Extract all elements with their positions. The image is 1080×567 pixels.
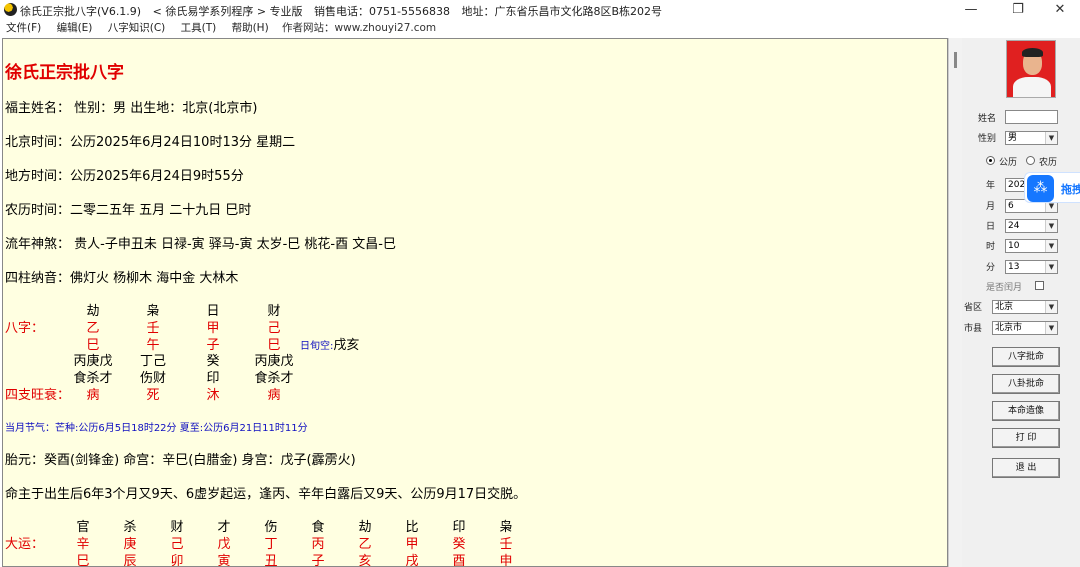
taiyuan-line: 胎元：癸酉(剑锋金) 命宫：辛巳(白腊金) 身宫：戊子(霹雳火) (5, 453, 356, 468)
exit-button[interactable]: 退 出 (992, 458, 1060, 478)
xunkong-label: 日旬空: (300, 341, 334, 352)
sales-phone: 销售电话：0751-5556838 (314, 5, 450, 18)
shensha-line: 流年神煞： 贵人-子申丑未 日禄-寅 驿马-寅 太岁-巳 桃花-酉 文昌-巳 (5, 237, 396, 252)
name-input[interactable] (1005, 110, 1058, 124)
year-label: 年 (986, 181, 996, 191)
menu-tools[interactable]: 工具(T) (181, 20, 217, 37)
minute-select[interactable]: 13 ▼ (1005, 260, 1058, 274)
day-select[interactable]: 24 ▼ (1005, 219, 1058, 233)
bagua-analysis-button[interactable]: 八卦批命 (992, 374, 1060, 394)
dayun-dizhi: 酉 (452, 554, 466, 567)
chevron-down-icon[interactable]: ▼ (1045, 301, 1057, 313)
dayun-dizhi: 辰 (123, 554, 137, 567)
nayin-line: 四柱纳音：佛灯火 杨柳木 海中金 大林木 (5, 271, 239, 286)
photo-shirt (1013, 77, 1051, 97)
minimize-button[interactable]: — (951, 0, 991, 20)
lunar-label: 农历 (1039, 158, 1058, 168)
print-button[interactable]: 打 印 (992, 428, 1060, 448)
author-photo (1006, 40, 1056, 98)
taiji-app-icon (4, 3, 17, 16)
owner-line: 福主姓名： 性别：男 出生地：北京(北京市) (5, 101, 258, 116)
scrollbar-thumb[interactable] (954, 52, 957, 68)
lunar-time-line: 农历时间：二零二五年 五月 二十九日 巳时 (5, 203, 252, 218)
app-title: 徐氏正宗批八字(V6.1.9) (20, 5, 142, 18)
lunar-radio[interactable] (1026, 156, 1035, 165)
menu-help[interactable]: 帮助(H) (232, 20, 269, 37)
wangshuai-value: 病 (86, 388, 100, 403)
cloud-icon: ⁂ (1027, 175, 1054, 202)
province-value: 北京 (995, 302, 1014, 312)
restore-button[interactable]: ❐ (998, 0, 1038, 20)
wangshuai-label: 四支旺衰： (5, 388, 71, 403)
title-bar: 徐氏正宗批八字(V6.1.9) < 徐氏易学系列程序 > 专业版 销售电话：07… (0, 0, 1080, 20)
city-select[interactable]: 北京市 ▼ (992, 321, 1058, 335)
hour-select[interactable]: 10 ▼ (1005, 239, 1058, 253)
website-prefix: 作者网站： (282, 22, 335, 34)
bazi-label: 八字： (5, 321, 45, 336)
close-button[interactable]: ✕ (1040, 0, 1080, 20)
province-select[interactable]: 北京 ▼ (992, 300, 1058, 314)
dayun-dizhi: 亥 (358, 554, 372, 567)
day-value: 24 (1008, 221, 1020, 231)
dayun-dizhi: 巳 (76, 554, 90, 567)
chevron-down-icon[interactable]: ▼ (1045, 220, 1057, 232)
beijing-time-line: 北京时间：公历2025年6月24日10时13分 星期二 (5, 135, 296, 150)
website-link[interactable]: www.zhouyi27.com (335, 22, 437, 34)
dayun-dizhi: 卯 (170, 554, 184, 567)
drag-label: 拖拽 (1061, 183, 1080, 196)
result-heading: 徐氏正宗批八字 (5, 63, 124, 83)
wangshuai-value: 死 (146, 388, 160, 403)
day-label: 日 (986, 222, 996, 232)
hour-label: 时 (986, 242, 996, 252)
wangshuai-value: 病 (267, 388, 281, 403)
solar-radio[interactable] (986, 156, 995, 165)
website-label: 作者网站：www.zhouyi27.com (282, 20, 436, 37)
menu-file[interactable]: 文件(F) (6, 20, 41, 37)
name-label: 姓名 (978, 114, 997, 124)
local-time-line: 地方时间：公历2025年6月24日9时55分 (5, 169, 244, 184)
gender-label: 性别 (978, 134, 997, 144)
chevron-down-icon[interactable]: ▼ (1045, 261, 1057, 273)
input-panel: 姓名 性别 男 ▼ 公历 农历 年 2025 ▼ 月 6 ▼ 日 24 ▼ 时 … (962, 38, 1080, 567)
month-label: 月 (986, 202, 996, 212)
vertical-scrollbar[interactable] (948, 38, 962, 567)
natal-image-button[interactable]: 本命造像 (992, 401, 1060, 421)
dayun-dizhi: 寅 (217, 554, 231, 567)
app-series: < 徐氏易学系列程序 > 专业版 (152, 5, 303, 18)
address: 地址：广东省乐昌市文化路8区B栋202号 (461, 5, 663, 18)
dayun-dizhi: 子 (311, 554, 325, 567)
bazi-result-pane[interactable]: 徐氏正宗批八字 福主姓名： 性别：男 出生地：北京(北京市) 北京时间：公历20… (2, 38, 948, 567)
bazi-analysis-button[interactable]: 八字批命 (992, 347, 1060, 367)
city-value: 北京市 (995, 323, 1023, 333)
window-title: 徐氏正宗批八字(V6.1.9) < 徐氏易学系列程序 > 专业版 销售电话：07… (20, 3, 670, 19)
xunkong-value: 戌亥 (333, 338, 360, 353)
photo-hair (1022, 48, 1043, 57)
province-label: 省区 (964, 303, 983, 313)
month-value: 6 (1008, 201, 1014, 211)
chevron-down-icon[interactable]: ▼ (1045, 322, 1057, 334)
dayun-label: 大运： (5, 537, 45, 552)
hour-value: 10 (1008, 241, 1020, 251)
solar-label: 公历 (999, 158, 1018, 168)
xunkong: 日旬空:戌亥 (300, 334, 359, 353)
leap-month-checkbox[interactable] (1035, 281, 1044, 290)
chevron-down-icon[interactable]: ▼ (1045, 240, 1057, 252)
gender-select[interactable]: 男 ▼ (1005, 131, 1058, 145)
wangshuai-value: 沐 (206, 388, 220, 403)
floating-drag-button[interactable]: ⁂ 拖拽 (1024, 172, 1080, 203)
menu-bar: 文件(F) 编辑(E) 八字知识(C) 工具(T) 帮助(H) 作者网站：www… (0, 20, 1080, 37)
chevron-down-icon[interactable]: ▼ (1045, 132, 1057, 144)
minute-label: 分 (986, 263, 996, 273)
leap-month-label: 是否闰月 (986, 283, 1023, 293)
dayun-dizhi: 戌 (405, 554, 419, 567)
jieqi-line: 当月节气：芒种:公历6月5日18时22分 夏至:公历6月21日11时11分 (5, 423, 308, 434)
dayun-dizhi: 申 (499, 554, 513, 567)
minute-value: 13 (1008, 262, 1020, 272)
dayun-dizhi: 丑 (264, 554, 278, 567)
gender-value: 男 (1008, 133, 1018, 143)
menu-edit[interactable]: 编辑(E) (57, 20, 93, 37)
menu-knowledge[interactable]: 八字知识(C) (108, 20, 166, 37)
qiyun-line: 命主于出生后6年3个月又9天、6虚岁起运，逢丙、辛年白露后又9天、公历9月17日… (5, 487, 527, 502)
city-label: 市县 (964, 324, 983, 334)
